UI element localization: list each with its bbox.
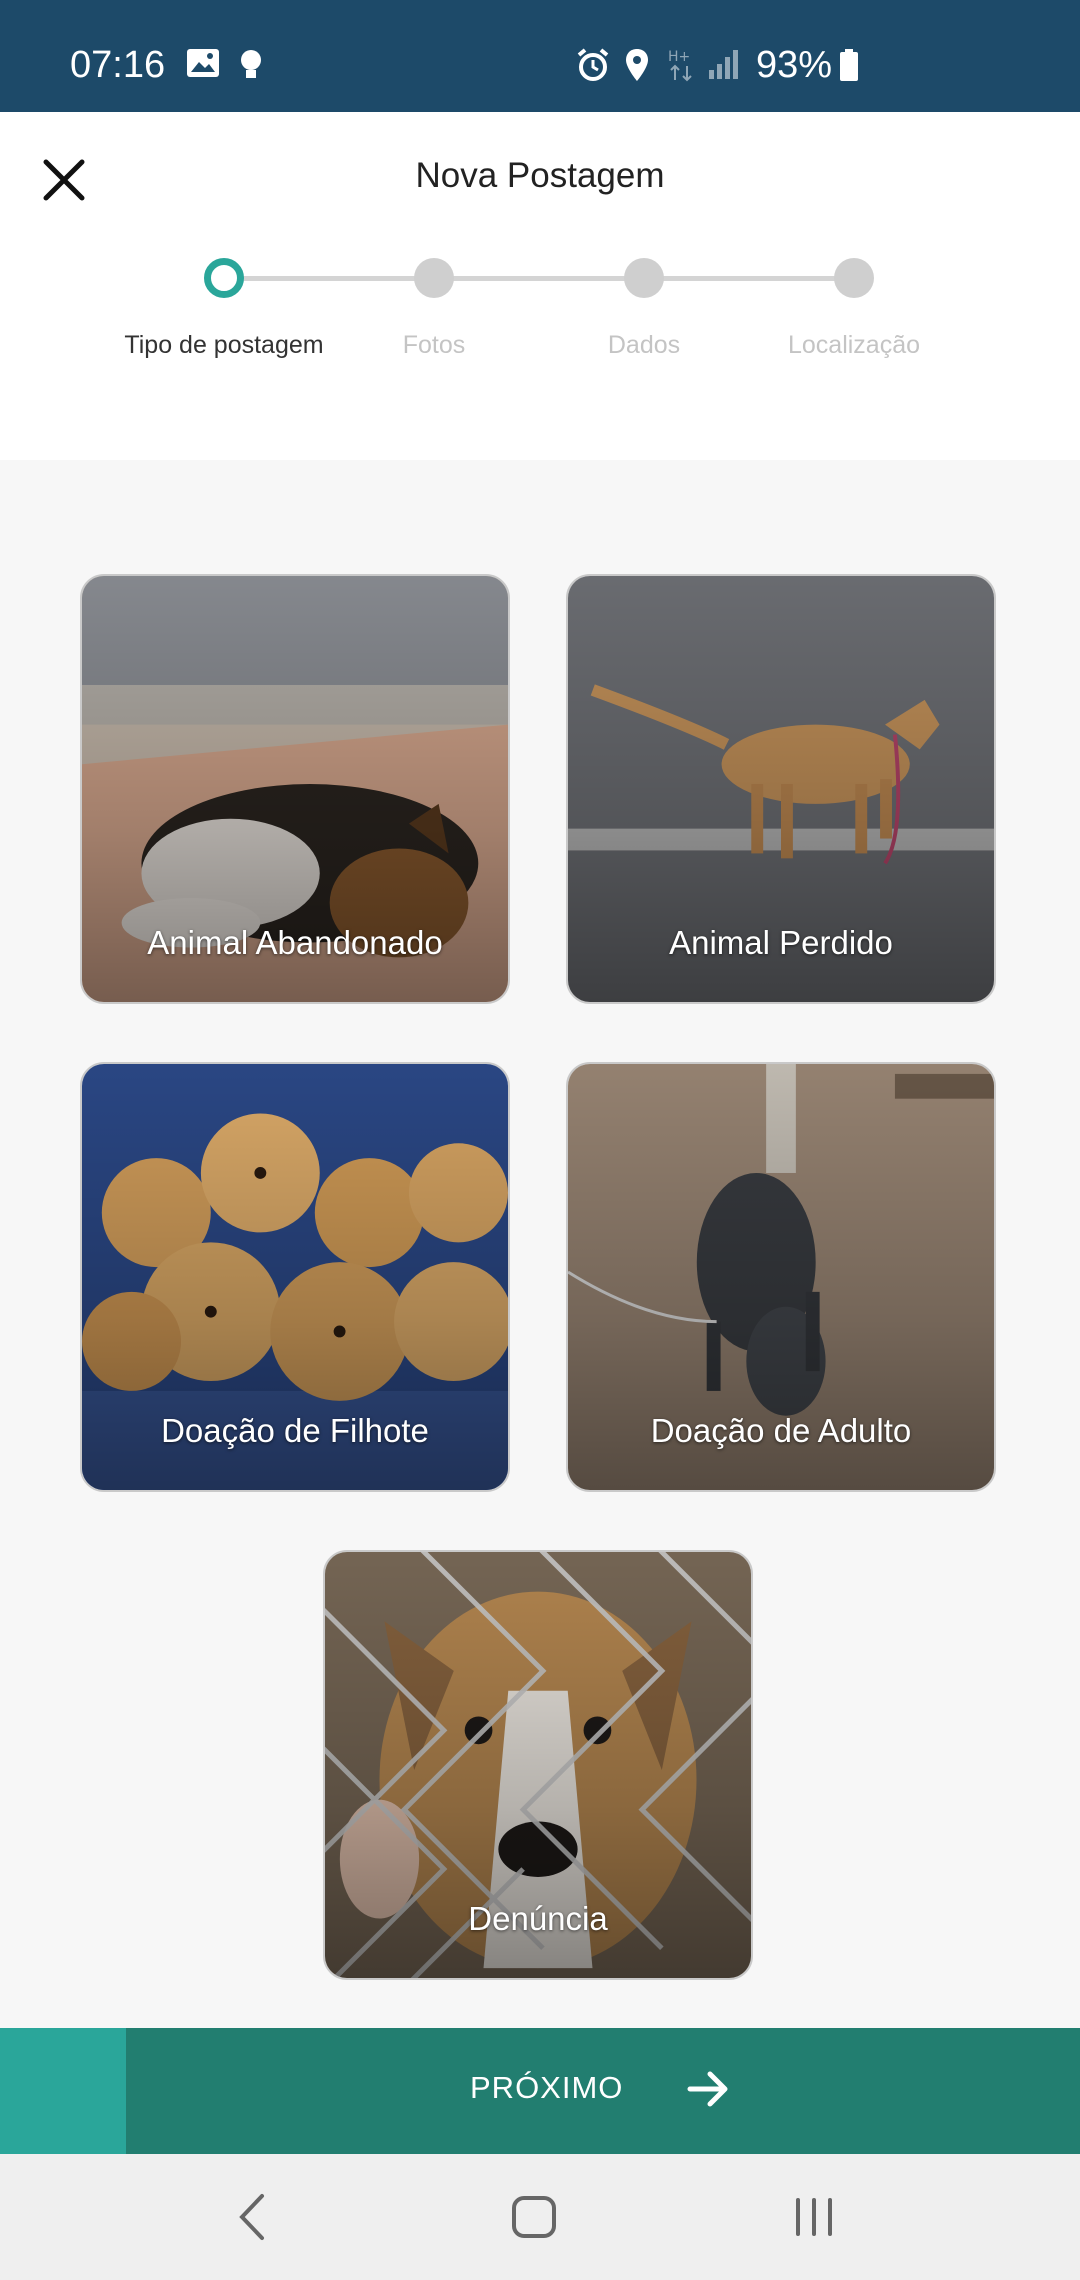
image-icon bbox=[187, 49, 219, 77]
step-dot-localizacao bbox=[834, 258, 874, 298]
progress-indicator bbox=[0, 2028, 126, 2154]
card-animal-perdido[interactable]: Animal Perdido bbox=[566, 574, 996, 1004]
alarm-icon bbox=[577, 48, 609, 81]
data-hplus-icon: H+ bbox=[668, 49, 692, 82]
step-connector bbox=[224, 276, 436, 281]
header: Nova Postagem Tipo de postagem Fotos Dad… bbox=[0, 112, 1080, 460]
status-time: 07:16 bbox=[70, 44, 166, 86]
card-label: Denúncia bbox=[468, 1900, 608, 1937]
card-animal-abandonado[interactable]: Animal Abandonado bbox=[80, 574, 510, 1004]
step-dot-fotos bbox=[414, 258, 454, 298]
step-dot-tipo bbox=[204, 258, 244, 298]
card-label: Animal Abandonado bbox=[147, 924, 443, 961]
step-dot-dados bbox=[624, 258, 664, 298]
next-button[interactable]: PRÓXIMO bbox=[0, 2028, 1080, 2154]
card-doacao-filhote[interactable]: Doação de Filhote bbox=[80, 1062, 510, 1492]
svg-text:H+: H+ bbox=[668, 49, 690, 65]
card-label: Animal Perdido bbox=[669, 924, 893, 961]
arrow-right-icon bbox=[687, 2071, 728, 2107]
card-label: Doação de Adulto bbox=[650, 1412, 912, 1449]
signal-icon bbox=[709, 50, 738, 79]
system-nav-bar bbox=[0, 2154, 1080, 2280]
back-icon[interactable] bbox=[236, 2192, 268, 2242]
next-button-label: PRÓXIMO bbox=[470, 2070, 624, 2105]
step-connector bbox=[644, 276, 856, 281]
status-bar: 07:16 H+ 93% bbox=[0, 0, 1080, 112]
home-icon[interactable] bbox=[510, 2192, 558, 2242]
battery-icon bbox=[840, 49, 858, 81]
recents-icon[interactable] bbox=[792, 2192, 836, 2242]
step-connector bbox=[434, 276, 646, 281]
lightbulb-icon bbox=[241, 50, 261, 78]
step-label-tipo: Tipo de postagem bbox=[124, 331, 324, 359]
step-label-fotos: Fotos bbox=[402, 331, 466, 359]
location-icon bbox=[626, 49, 648, 81]
card-denuncia[interactable]: Denúncia bbox=[323, 1550, 753, 1980]
card-label: Doação de Filhote bbox=[161, 1412, 429, 1449]
stepper: Tipo de postagem Fotos Dados Localização bbox=[0, 112, 1080, 460]
card-doacao-adulto[interactable]: Doação de Adulto bbox=[566, 1062, 996, 1492]
step-label-dados: Dados bbox=[607, 331, 681, 359]
step-label-localizacao: Localização bbox=[787, 331, 921, 359]
battery-level: 93% bbox=[756, 44, 833, 86]
